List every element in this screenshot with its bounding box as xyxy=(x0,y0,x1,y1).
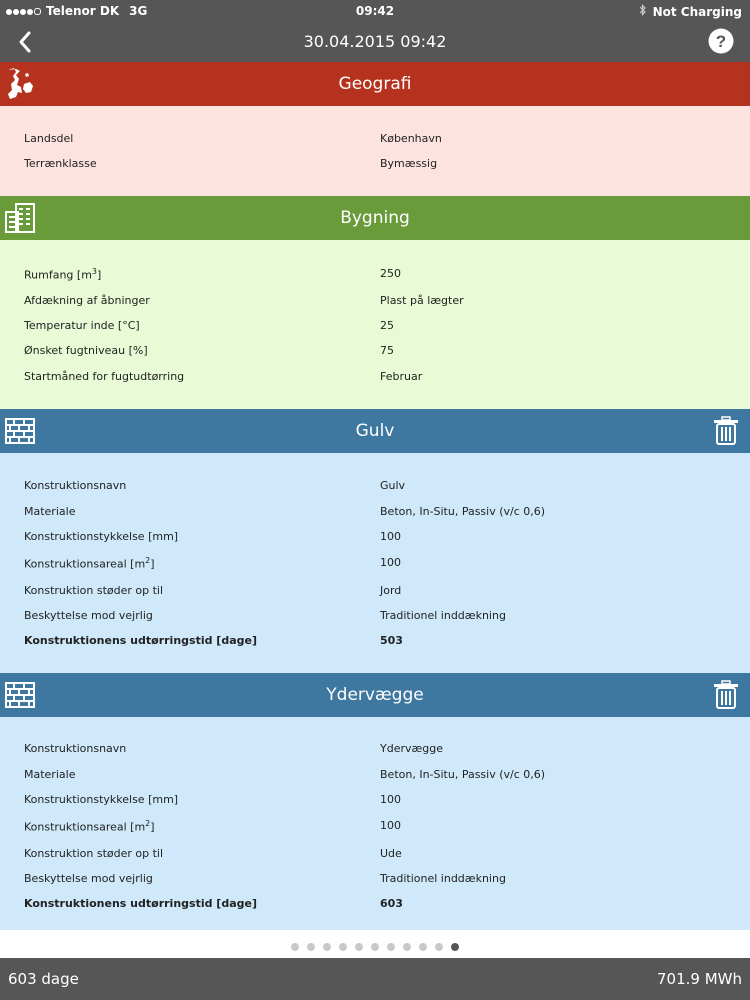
svg-text:?: ? xyxy=(716,32,726,51)
row-value: 250 xyxy=(380,267,401,280)
row-value: 100 xyxy=(380,793,401,806)
page-dot[interactable] xyxy=(371,943,379,951)
section-body-gulv: Konstruktionsnavn Gulv Materiale Beton, … xyxy=(0,453,750,673)
battery-status: Not Charging xyxy=(652,4,742,19)
row-label: Konstruktionstykkelse [mm] xyxy=(24,793,179,806)
row-label: Afdækning af åbninger xyxy=(24,294,150,307)
row-value: København xyxy=(380,132,442,145)
row-value: Traditionel inddækning xyxy=(380,609,506,622)
row-label-text: Konstruktionsareal [m xyxy=(24,820,146,834)
page-title: 30.04.2015 09:42 xyxy=(303,32,447,51)
row-label: Rumfang [m3] xyxy=(24,267,101,282)
row-label: Ønsket fugtniveau [%] xyxy=(24,344,148,357)
page-indicator[interactable] xyxy=(0,936,750,955)
help-button[interactable]: ? xyxy=(708,28,734,54)
row-value: Jord xyxy=(380,584,402,597)
row-label: Materiale xyxy=(24,505,76,518)
row-label: Startmåned for fugtudtørring xyxy=(24,370,185,383)
row-label: Konstruktionens udtørringstid [dage] xyxy=(24,897,257,910)
section-title: Geografi xyxy=(338,74,412,94)
row-label: Beskyttelse mod vejrlig xyxy=(24,609,153,622)
row-label: Materiale xyxy=(24,768,76,781)
bluetooth-icon xyxy=(639,4,647,19)
row-value: Ude xyxy=(380,847,402,860)
section-header-bygning: Bygning xyxy=(0,196,750,240)
row-value: Bymæssig xyxy=(380,157,438,170)
status-time: 09:42 xyxy=(355,4,395,18)
row-value: 25 xyxy=(380,319,394,332)
row-value: 100 xyxy=(380,556,401,569)
page-dot[interactable] xyxy=(307,943,315,951)
row-label: Konstruktionsareal [m2] xyxy=(24,819,155,834)
row-value: 603 xyxy=(380,897,403,910)
navigation-bar: 30.04.2015 09:42 ? xyxy=(0,22,750,62)
row-label-end: ] xyxy=(150,557,155,571)
delete-gulv-button[interactable] xyxy=(712,416,740,446)
row-label: Temperatur inde [°C] xyxy=(24,319,140,332)
row-label-text: Konstruktionsareal [m xyxy=(24,557,146,571)
status-right: Not Charging xyxy=(639,4,742,19)
row-value: Beton, In-Situ, Passiv (v/c 0,6) xyxy=(380,768,546,781)
page-dot[interactable] xyxy=(419,943,427,951)
page-dot[interactable] xyxy=(451,943,459,951)
row-label: Landsdel xyxy=(24,132,74,145)
page-dot[interactable] xyxy=(435,943,443,951)
status-bar: Telenor DK 3G 09:42 Not Charging xyxy=(0,0,750,22)
row-label: Konstruktionstykkelse [mm] xyxy=(24,530,179,543)
row-value: Gulv xyxy=(380,479,406,492)
total-energy: 701.9 MWh xyxy=(657,970,742,988)
section-header-ydervaegge: Ydervægge xyxy=(0,673,750,717)
question-circle-icon: ? xyxy=(708,28,734,54)
section-body-geografi: Landsdel København Terrænklasse Bymæssig xyxy=(0,106,750,196)
delete-ydervaegge-button[interactable] xyxy=(712,680,740,710)
row-label: Konstruktion støder op til xyxy=(24,847,164,860)
page-dot[interactable] xyxy=(403,943,411,951)
row-value: Februar xyxy=(380,370,423,383)
section-title: Bygning xyxy=(340,208,410,228)
row-label: Konstruktionsnavn xyxy=(24,479,127,492)
row-value: 75 xyxy=(380,344,394,357)
row-value: Ydervægge xyxy=(380,742,444,755)
row-value: 100 xyxy=(380,530,401,543)
page-dot[interactable] xyxy=(291,943,299,951)
section-header-geografi: Geografi xyxy=(0,62,750,106)
trash-icon xyxy=(714,416,738,445)
trash-icon xyxy=(714,680,738,709)
row-label: Konstruktionens udtørringstid [dage] xyxy=(24,634,257,647)
row-label: Konstruktion støder op til xyxy=(24,584,164,597)
section-header-gulv: Gulv xyxy=(0,409,750,453)
section-title: Ydervægge xyxy=(326,685,424,705)
total-days: 603 dage xyxy=(8,970,79,988)
row-label: Beskyttelse mod vejrlig xyxy=(24,872,153,885)
page-dot[interactable] xyxy=(339,943,347,951)
page-dot[interactable] xyxy=(323,943,331,951)
row-value: 100 xyxy=(380,819,401,832)
row-label-text: Rumfang [m xyxy=(24,268,92,282)
page-dot[interactable] xyxy=(355,943,363,951)
row-label: Konstruktionsareal [m2] xyxy=(24,556,155,571)
section-title: Gulv xyxy=(355,421,395,441)
summary-footer: 603 dage 701.9 MWh xyxy=(0,958,750,1000)
page-dot[interactable] xyxy=(387,943,395,951)
row-label-end: ] xyxy=(97,268,102,282)
row-label: Terrænklasse xyxy=(24,157,97,170)
row-value: 503 xyxy=(380,634,403,647)
row-value: Beton, In-Situ, Passiv (v/c 0,6) xyxy=(380,505,546,518)
row-label: Konstruktionsnavn xyxy=(24,742,127,755)
section-body-ydervaegge: Konstruktionsnavn Ydervægge Materiale Be… xyxy=(0,717,750,930)
row-value: Plast på lægter xyxy=(380,294,464,307)
row-label-end: ] xyxy=(150,820,155,834)
row-value: Traditionel inddækning xyxy=(380,872,506,885)
section-body-bygning: Rumfang [m3] 250 Afdækning af åbninger P… xyxy=(0,240,750,409)
